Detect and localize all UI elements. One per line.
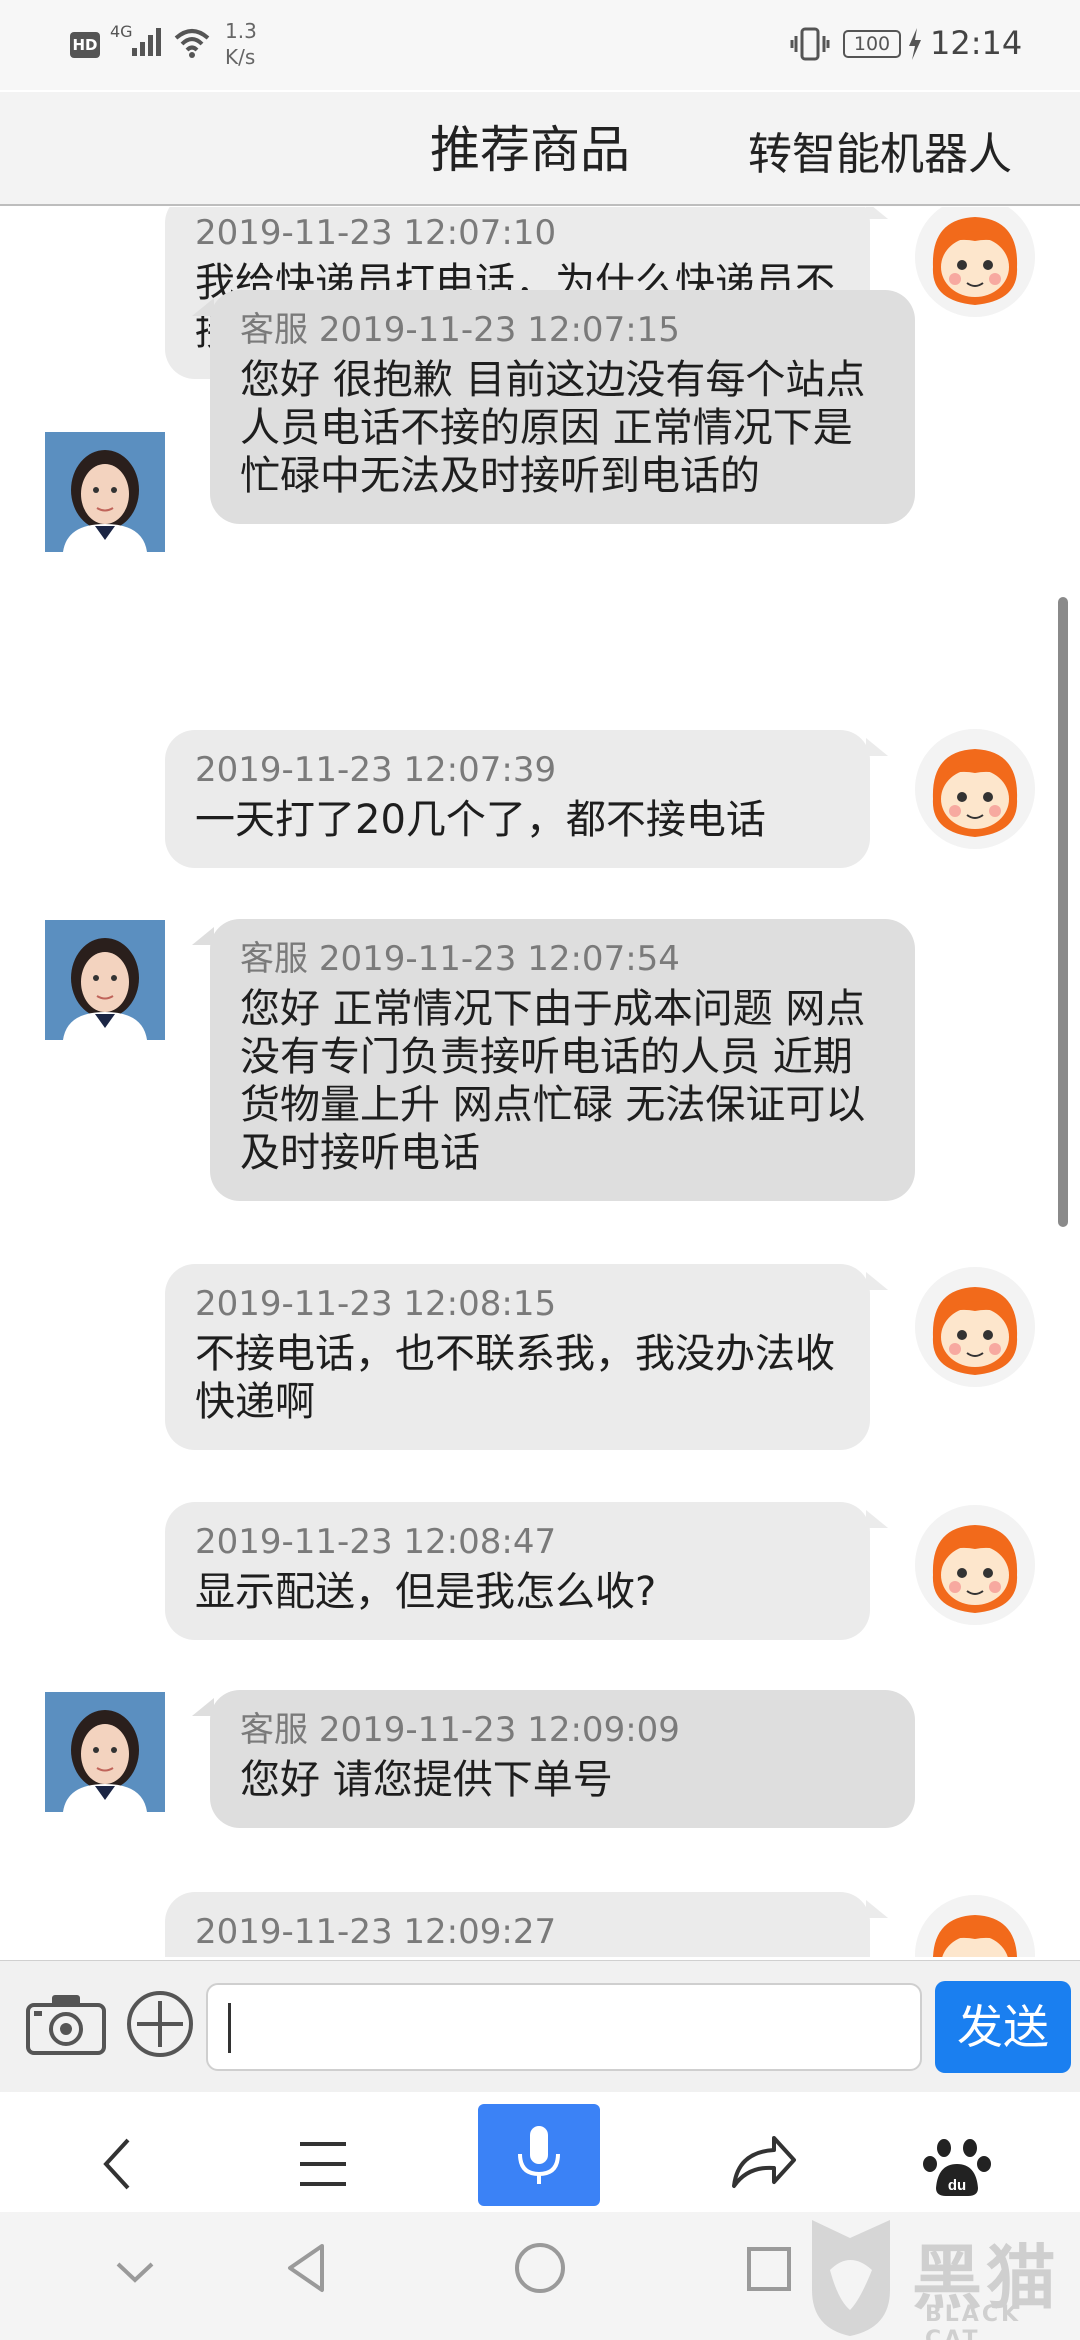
header-title[interactable]: 推荐商品 (430, 110, 630, 182)
user-avatar-icon (915, 1895, 1035, 1957)
user-avatar-icon (915, 207, 1035, 317)
agent-avatar[interactable] (45, 1692, 165, 1812)
user-message-bubble: 2019-11-23 12:08:47 显示配送，但是我怎么收? (165, 1502, 888, 1640)
hd-badge: HD (70, 32, 100, 58)
speed-unit: K/s (225, 45, 256, 69)
message-timestamp: 2019-11-23 12:09:27 (195, 1912, 557, 1952)
agent-label: 客服 (240, 1710, 308, 1750)
clock: 12:14 (930, 24, 1023, 62)
message-timestamp: 2019-11-23 12:07:15 (318, 310, 680, 350)
chevron-left-icon[interactable] (58, 2112, 178, 2212)
switch-to-robot-button[interactable]: 转智能机器人 (748, 118, 1012, 182)
share-icon[interactable] (698, 2112, 818, 2212)
agent-label: 客服 (240, 939, 308, 979)
camera-icon[interactable] (24, 1991, 108, 2057)
chat-scrollbar[interactable] (1058, 597, 1068, 1227)
chevron-down-icon[interactable] (110, 2252, 160, 2292)
agent-avatar[interactable] (45, 920, 165, 1040)
message-input[interactable] (206, 1983, 922, 2071)
message-text: 不接电话，也不联系我，我没办法收快递啊 (195, 1331, 835, 1425)
browser-toolbar: du (0, 2092, 1080, 2210)
message-timestamp: 2019-11-23 12:09:09 (318, 1710, 680, 1750)
send-button[interactable]: 发送 (935, 1981, 1071, 2073)
network-speed: 1.3 K/s (225, 18, 285, 70)
agent-label: 客服 (240, 310, 308, 350)
user-avatar[interactable] (915, 1267, 1035, 1387)
agent-message-bubble: 客服 2019-11-23 12:07:54 您好 正常情况下由于成本问题 网点… (192, 919, 915, 1201)
charging-icon (909, 28, 921, 60)
user-avatar[interactable] (915, 1895, 1035, 1957)
svg-text:du: du (948, 2177, 966, 2194)
agent-avatar-icon (45, 432, 165, 552)
message-timestamp: 2019-11-23 12:07:10 (195, 213, 557, 253)
user-avatar-icon (915, 729, 1035, 849)
chat-list[interactable]: 2019-11-23 12:07:10 我给快递员打电话，为什么快递员不接电话 (0, 207, 1080, 1957)
wifi-icon (174, 29, 210, 58)
user-avatar[interactable] (915, 729, 1035, 849)
message-meta: 客服 2019-11-23 12:07:54 (240, 939, 885, 979)
message-meta: 客服 2019-11-23 12:07:15 (240, 310, 885, 350)
message-timestamp: 2019-11-23 12:07:39 (195, 750, 557, 790)
agent-message-bubble: 客服 2019-11-23 12:09:09 您好 请您提供下单号 (192, 1690, 915, 1828)
input-bar: 发送 (0, 1960, 1080, 2092)
baidu-paw-icon[interactable]: du (898, 2112, 1018, 2212)
user-message-bubble: 2019-11-23 12:07:39 一天打了20几个了，都不接电话 (165, 730, 888, 868)
user-avatar[interactable] (915, 207, 1035, 317)
user-avatar-icon (915, 1267, 1035, 1387)
agent-avatar-icon (45, 1692, 165, 1812)
signal-icon (132, 28, 161, 56)
message-meta: 客服 2019-11-23 12:09:09 (240, 1710, 885, 1750)
user-message-bubble: 2019-11-23 12:08:15 不接电话，也不联系我，我没办法收快递啊 (165, 1264, 888, 1450)
message-timestamp: 2019-11-23 12:07:54 (318, 939, 680, 979)
agent-message-bubble: 客服 2019-11-23 12:07:15 您好 很抱歉 目前这边没有每个站点… (192, 290, 915, 524)
microphone-button[interactable] (478, 2104, 600, 2206)
plus-circle-icon[interactable] (125, 1989, 195, 2059)
agent-avatar[interactable] (45, 432, 165, 552)
agent-avatar-icon (45, 920, 165, 1040)
menu-icon[interactable] (262, 2112, 382, 2212)
message-timestamp: 2019-11-23 12:08:15 (195, 1284, 557, 1324)
user-avatar-icon (915, 1505, 1035, 1625)
message-text: 您好 很抱歉 目前这边没有每个站点人员电话不接的原因 正常情况下是忙碌中无法及时… (240, 357, 866, 499)
speed-value: 1.3 (225, 19, 257, 43)
status-bar: HD 4G 1.3 K/s 100 12:14 (0, 0, 1080, 90)
recents-square-icon[interactable] (744, 2244, 794, 2294)
watermark-sub: BLACK CAT (925, 2302, 1022, 2340)
user-message-bubble: 2019-11-23 12:09:27 (165, 1892, 888, 1957)
vibrate-icon (790, 27, 830, 61)
battery-indicator: 100 (843, 30, 901, 58)
message-timestamp: 2019-11-23 12:08:47 (195, 1522, 557, 1562)
message-text: 一天打了20几个了，都不接电话 (195, 797, 766, 843)
message-text: 您好 请您提供下单号 (240, 1757, 613, 1803)
message-text: 显示配送，但是我怎么收? (195, 1569, 657, 1615)
message-text: 您好 正常情况下由于成本问题 网点没有专门负责接听电话的人员 近期货物量上升 网… (240, 986, 866, 1176)
text-caret (228, 2003, 231, 2053)
back-triangle-icon[interactable] (282, 2240, 332, 2296)
home-circle-icon[interactable] (512, 2240, 568, 2296)
chat-header: 推荐商品 转智能机器人 (0, 92, 1080, 206)
user-avatar[interactable] (915, 1505, 1035, 1625)
microphone-icon (518, 2126, 560, 2184)
